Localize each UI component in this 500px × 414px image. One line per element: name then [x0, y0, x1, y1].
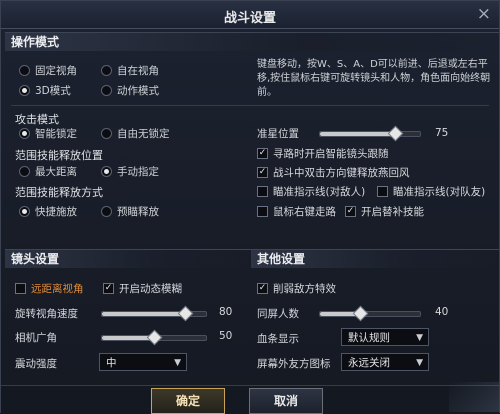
- same-screen-slider[interactable]: [319, 305, 421, 322]
- radio-manual-target[interactable]: 手动指定: [101, 164, 159, 179]
- checkbox-far-view[interactable]: 远距离视角: [15, 281, 84, 296]
- radio-selected-icon: [19, 206, 30, 217]
- radio-action-mode[interactable]: 动作模式: [101, 83, 159, 98]
- radio-free-view[interactable]: 自在视角: [101, 63, 159, 78]
- chevron-down-icon: ▼: [174, 358, 181, 368]
- range-skill-position-header: 范围技能释放位置: [15, 149, 103, 162]
- radio-3d-mode[interactable]: 3D模式: [19, 83, 71, 98]
- checkbox-icon: [15, 283, 26, 294]
- crosshair-slider[interactable]: [319, 125, 421, 142]
- divider: [11, 105, 489, 106]
- radio-aim-cast[interactable]: 预瞄释放: [101, 204, 159, 219]
- checkbox-substitute-skill[interactable]: ✓ 开启替补技能: [345, 204, 424, 219]
- radio-quick-cast[interactable]: 快捷施放: [19, 204, 77, 219]
- combat-settings-window: 战斗设置 × 操作模式 固定视角 自在视角 3D模式 动作模式 键盘移动，按W、…: [0, 0, 500, 414]
- shake-label: 震动强度: [15, 358, 57, 370]
- confirm-button[interactable]: 确定: [151, 388, 225, 414]
- window-title: 战斗设置: [223, 11, 276, 26]
- checkbox-icon: [377, 186, 388, 197]
- radio-icon: [19, 166, 30, 177]
- chevron-down-icon: ▼: [416, 333, 423, 343]
- rotate-speed-slider-knob[interactable]: [177, 305, 194, 322]
- crosshair-value: 75: [435, 127, 449, 139]
- offscreen-icon-select[interactable]: 永远关闭 ▼: [341, 353, 429, 371]
- fov-slider[interactable]: [101, 329, 207, 346]
- same-screen-value: 40: [435, 306, 449, 318]
- radio-free-no-lock[interactable]: 自由无锁定: [101, 126, 170, 141]
- radio-icon: [101, 85, 112, 96]
- chevron-down-icon: ▼: [416, 358, 423, 368]
- same-screen-label: 同屏人数: [257, 308, 299, 320]
- fov-value: 50: [219, 330, 233, 342]
- control-mode-description: 键盘移动，按W、S、A、D可以前进、后退或左右平移,按住鼠标右键可旋转镜头和人物…: [257, 59, 491, 98]
- rotate-speed-slider[interactable]: [101, 305, 207, 322]
- range-skill-method-header: 范围技能释放方式: [15, 186, 103, 199]
- checkbox-icon: ✓: [257, 283, 268, 294]
- checkbox-icon: [257, 206, 268, 217]
- checkbox-right-click-walk[interactable]: 鼠标右键走路: [257, 204, 336, 219]
- section-control-mode: 操作模式: [5, 32, 500, 51]
- rotate-speed-slider-fill: [102, 312, 186, 316]
- attack-mode-header: 攻击模式: [15, 113, 59, 126]
- offscreen-icon-label: 屏幕外友方图标: [257, 358, 331, 370]
- fov-label: 相机广角: [15, 332, 57, 344]
- radio-fixed-view[interactable]: 固定视角: [19, 63, 77, 78]
- checkbox-icon: ✓: [103, 283, 114, 294]
- radio-smart-lock[interactable]: 智能锁定: [19, 126, 77, 141]
- crosshair-slider-knob[interactable]: [387, 125, 404, 142]
- crosshair-label: 准星位置: [257, 128, 299, 140]
- checkbox-motion-blur[interactable]: ✓ 开启动态模糊: [103, 281, 182, 296]
- radio-icon: [101, 65, 112, 76]
- section-other: 其他设置: [251, 249, 500, 268]
- radio-selected-icon: [19, 128, 30, 139]
- checkbox-icon: [257, 186, 268, 197]
- radio-icon: [101, 128, 112, 139]
- radio-selected-icon: [19, 85, 30, 96]
- corner-decoration: [449, 382, 499, 412]
- blood-display-select[interactable]: 默认规则 ▼: [341, 328, 429, 346]
- radio-icon: [101, 206, 112, 217]
- cancel-button[interactable]: 取消: [249, 388, 323, 414]
- shake-select[interactable]: 中 ▼: [99, 353, 187, 371]
- close-icon[interactable]: ×: [477, 4, 491, 24]
- checkbox-icon: ✓: [257, 167, 268, 178]
- radio-selected-icon: [101, 166, 112, 177]
- checkbox-weaken-enemy-fx[interactable]: ✓ 削弱敌方特效: [257, 281, 336, 296]
- title-bar: 战斗设置 ×: [1, 1, 499, 29]
- blood-display-label: 血条显示: [257, 333, 299, 345]
- checkbox-icon: ✓: [345, 206, 356, 217]
- fov-slider-knob[interactable]: [146, 329, 163, 346]
- checkbox-smart-camera-follow[interactable]: ✓ 寻路时开启智能镜头跟随: [257, 146, 389, 161]
- section-camera: 镜头设置: [5, 249, 251, 268]
- rotate-speed-label: 旋转视角速度: [15, 308, 78, 320]
- radio-max-distance[interactable]: 最大距离: [19, 164, 77, 179]
- checkbox-icon: ✓: [257, 148, 268, 159]
- checkbox-double-tap-dash[interactable]: ✓ 战斗中双击方向键释放燕回风: [257, 165, 410, 180]
- rotate-speed-value: 80: [219, 306, 233, 318]
- radio-icon: [19, 65, 30, 76]
- checkbox-aim-line-enemy[interactable]: 瞄准指示线(对敌人): [257, 184, 365, 199]
- crosshair-slider-fill: [320, 132, 395, 136]
- checkbox-aim-line-ally[interactable]: 瞄准指示线(对队友): [377, 184, 485, 199]
- same-screen-slider-knob[interactable]: [352, 305, 369, 322]
